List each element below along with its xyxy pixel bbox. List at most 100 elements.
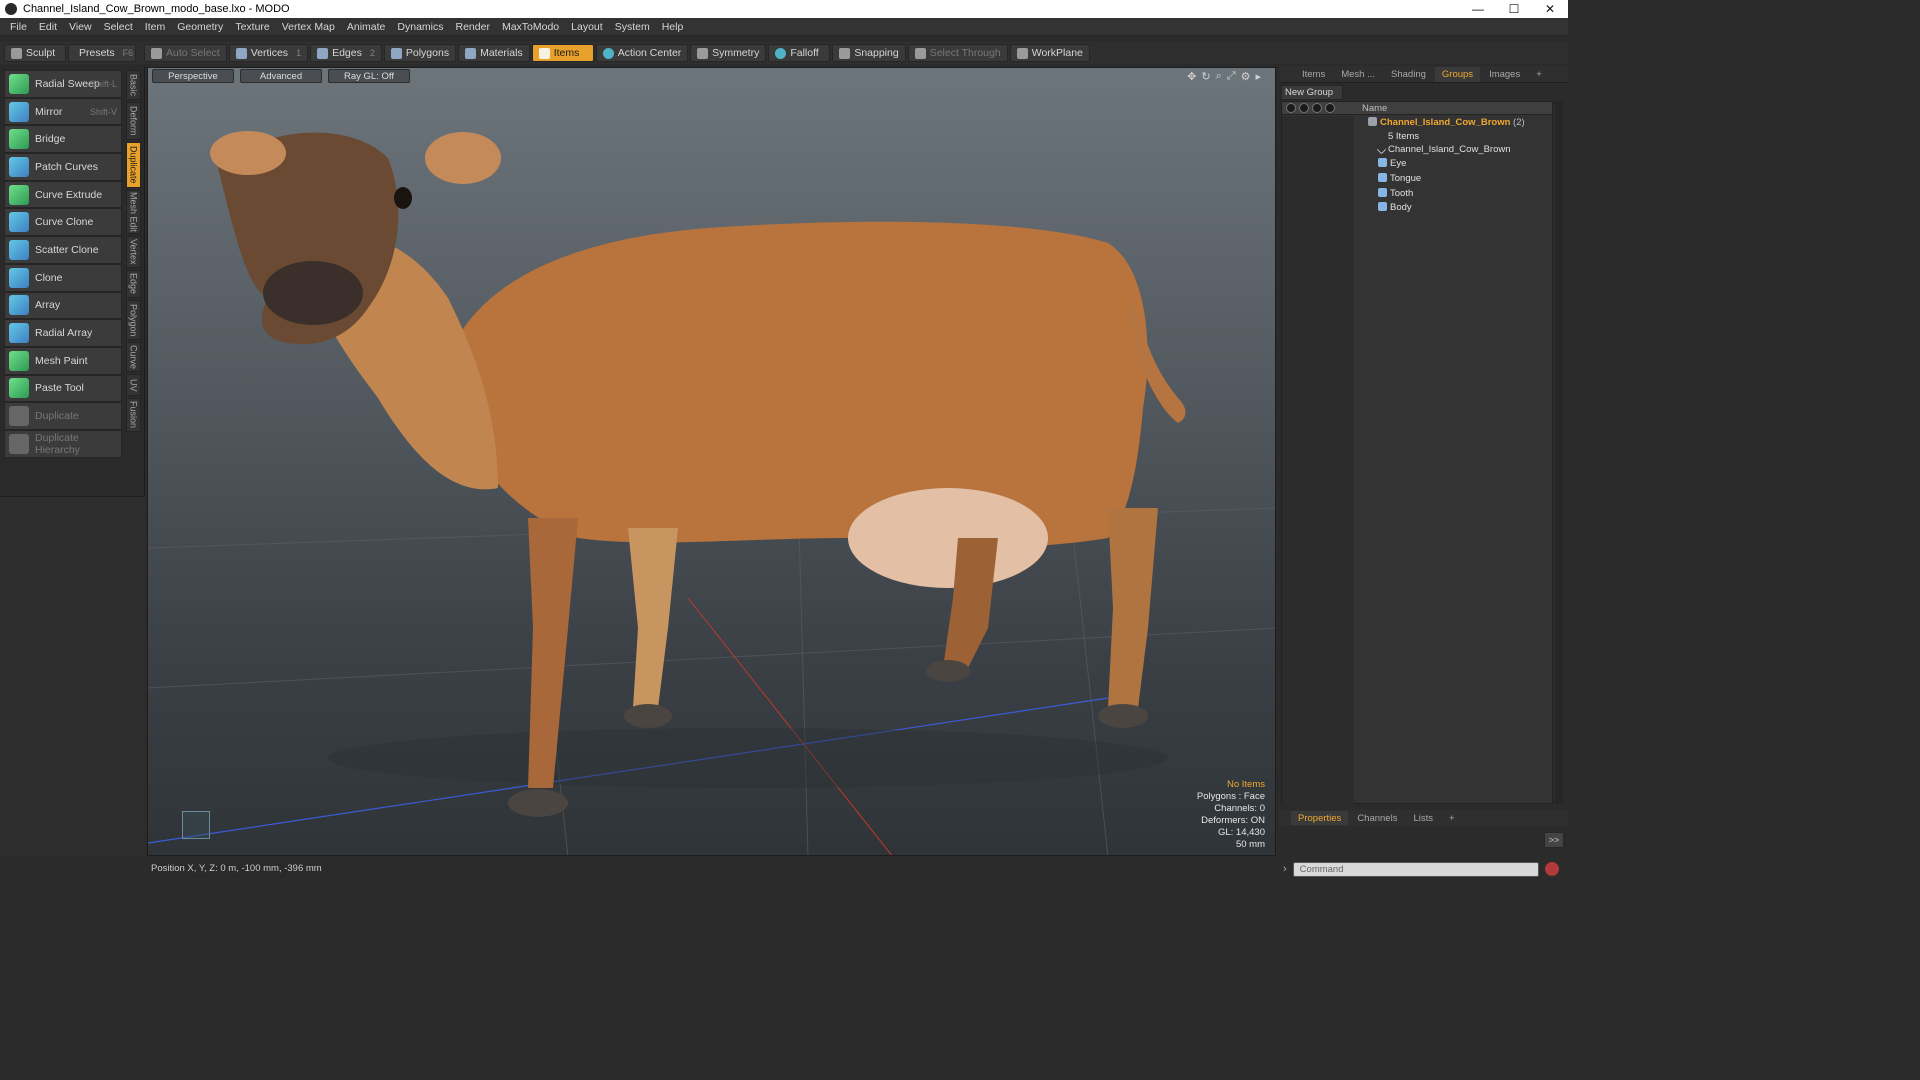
menu-help[interactable]: Help	[656, 21, 690, 33]
auto-select-button[interactable]: Auto Select	[144, 44, 227, 62]
tree-row-eye[interactable]: Eye	[1282, 157, 1552, 172]
edges-button[interactable]: Edges 2	[310, 44, 382, 62]
minimize-button[interactable]: —	[1460, 0, 1496, 18]
sculpt-button[interactable]: Sculpt	[4, 44, 66, 62]
tab-curve[interactable]: Curve	[126, 342, 141, 372]
workplane-button[interactable]: WorkPlane	[1009, 44, 1090, 62]
menu-vertex-map[interactable]: Vertex Map	[276, 21, 341, 33]
paste-tool[interactable]: Paste Tool	[4, 374, 122, 403]
vertices-button[interactable]: Vertices 1	[228, 44, 309, 62]
polygons-button[interactable]: Polygons	[383, 44, 457, 62]
3d-viewport[interactable]: Perspective Advanced Ray GL: Off ✥ ↻ ⌕ ⤢…	[147, 67, 1276, 856]
tab-properties[interactable]: Properties	[1291, 811, 1349, 825]
tab-lists[interactable]: Lists	[1406, 811, 1440, 825]
tree-row-locator[interactable]: Channel_Island_Cow_Brown	[1282, 142, 1552, 157]
name-column-header[interactable]: Name	[1362, 103, 1387, 114]
add-prop-tab-button[interactable]: +	[1442, 811, 1462, 825]
menu-edit[interactable]: Edit	[33, 21, 63, 33]
tab-images[interactable]: Images	[1482, 67, 1527, 82]
action-center-button[interactable]: Action Center	[595, 44, 689, 62]
tree-row-tooth[interactable]: Tooth	[1282, 186, 1552, 201]
expand-arrow-icon[interactable]: ▸	[1255, 70, 1261, 83]
tree-row-body[interactable]: Body	[1282, 200, 1552, 215]
visibility-icon[interactable]	[1286, 103, 1296, 113]
action-center-icon	[602, 47, 614, 59]
tab-mesh-edit[interactable]: Mesh Edit	[126, 190, 141, 234]
shading-mode-dropdown[interactable]: Advanced	[240, 69, 322, 83]
menu-item[interactable]: Item	[139, 21, 171, 33]
mesh-icon	[1378, 202, 1387, 212]
command-prompt-icon: ›	[1283, 863, 1287, 875]
patch-curves-icon	[9, 156, 29, 177]
menu-animate[interactable]: Animate	[341, 21, 392, 33]
bridge-tool[interactable]: Bridge	[4, 125, 122, 154]
materials-button[interactable]: Materials	[458, 44, 530, 62]
tab-groups[interactable]: Groups	[1434, 66, 1481, 82]
command-input[interactable]: Command	[1292, 861, 1539, 877]
clone-tool[interactable]: Clone	[4, 263, 122, 292]
select-icon[interactable]	[1325, 103, 1335, 113]
tab-shading[interactable]: Shading	[1384, 67, 1433, 82]
array-tool[interactable]: Array	[4, 291, 122, 320]
curve-clone-tool[interactable]: Curve Clone	[4, 208, 122, 237]
tab-mesh[interactable]: Mesh ...	[1334, 67, 1382, 82]
menu-system[interactable]: System	[609, 21, 656, 33]
view-type-dropdown[interactable]: Perspective	[152, 69, 234, 83]
rotate-icon[interactable]: ↻	[1201, 70, 1210, 83]
frame-icon[interactable]: ⤢	[1227, 70, 1236, 83]
menu-geometry[interactable]: Geometry	[171, 21, 229, 33]
mirror-tool[interactable]: Mirror Shift-V	[4, 97, 122, 126]
scatter-clone-icon	[9, 239, 29, 260]
duplicate-tool[interactable]: Duplicate	[4, 402, 122, 430]
falloff-icon	[775, 47, 787, 59]
tab-items[interactable]: Items	[1295, 67, 1332, 82]
tab-duplicate[interactable]: Duplicate	[126, 142, 141, 188]
tab-channels[interactable]: Channels	[1350, 811, 1404, 825]
patch-curves-tool[interactable]: Patch Curves	[4, 153, 122, 181]
menu-select[interactable]: Select	[98, 21, 139, 33]
zoom-icon[interactable]: ⌕	[1216, 70, 1222, 83]
symmetry-button[interactable]: Symmetry	[690, 44, 767, 62]
menu-file[interactable]: File	[4, 21, 33, 33]
lock-icon[interactable]	[1312, 103, 1322, 113]
scatter-clone-tool[interactable]: Scatter Clone	[4, 236, 122, 264]
new-group-button[interactable]: New Group	[1281, 85, 1343, 100]
select-through-button[interactable]: Select Through	[907, 44, 1008, 62]
settings-icon[interactable]: ⚙	[1241, 70, 1251, 83]
add-tab-button[interactable]: +	[1529, 67, 1549, 82]
expand-button[interactable]: >>	[1544, 832, 1564, 848]
presets-button[interactable]: Presets F6	[68, 44, 136, 62]
tree-row-tongue[interactable]: Tongue	[1282, 171, 1552, 186]
tab-polygon[interactable]: Polygon	[126, 300, 141, 340]
radial-sweep-tool[interactable]: Radial Sweep Shift-L	[4, 70, 122, 98]
menu-view[interactable]: View	[63, 21, 98, 33]
pan-icon[interactable]: ✥	[1187, 70, 1196, 83]
close-button[interactable]: ✕	[1532, 0, 1568, 18]
menu-layout[interactable]: Layout	[565, 21, 609, 33]
tab-fusion[interactable]: Fusion	[126, 398, 141, 432]
curve-extrude-tool[interactable]: Curve Extrude	[4, 180, 122, 209]
tab-basic[interactable]: Basic	[126, 70, 141, 100]
render-icon[interactable]	[1299, 103, 1309, 113]
items-icon	[538, 47, 550, 59]
duplicate-hierarchy-tool[interactable]: Duplicate Hierarchy	[4, 429, 122, 458]
tree-row-group[interactable]: Channel_Island_Cow_Brown (2)	[1282, 115, 1552, 130]
menu-maxtomodo[interactable]: MaxToModo	[496, 21, 565, 33]
raygl-toggle[interactable]: Ray GL: Off	[328, 69, 410, 83]
menu-render[interactable]: Render	[450, 21, 496, 33]
falloff-button[interactable]: Falloff	[768, 44, 831, 62]
snapping-button[interactable]: Snapping	[832, 44, 906, 62]
cow-body	[448, 221, 1148, 548]
menu-texture[interactable]: Texture	[229, 21, 275, 33]
menu-dynamics[interactable]: Dynamics	[391, 21, 449, 33]
tab-uv[interactable]: UV	[126, 374, 141, 396]
items-button[interactable]: Items	[531, 44, 594, 62]
command-run-icon[interactable]	[1544, 862, 1559, 876]
tab-vertex[interactable]: Vertex	[126, 236, 141, 268]
mesh-paint-tool[interactable]: Mesh Paint	[4, 346, 122, 375]
tab-edge[interactable]: Edge	[126, 270, 141, 298]
maximize-button[interactable]: ☐	[1496, 0, 1532, 18]
radial-array-tool[interactable]: Radial Array	[4, 319, 122, 347]
tree-scrollbar[interactable]	[1555, 101, 1563, 804]
tab-deform[interactable]: Deform	[126, 102, 141, 140]
